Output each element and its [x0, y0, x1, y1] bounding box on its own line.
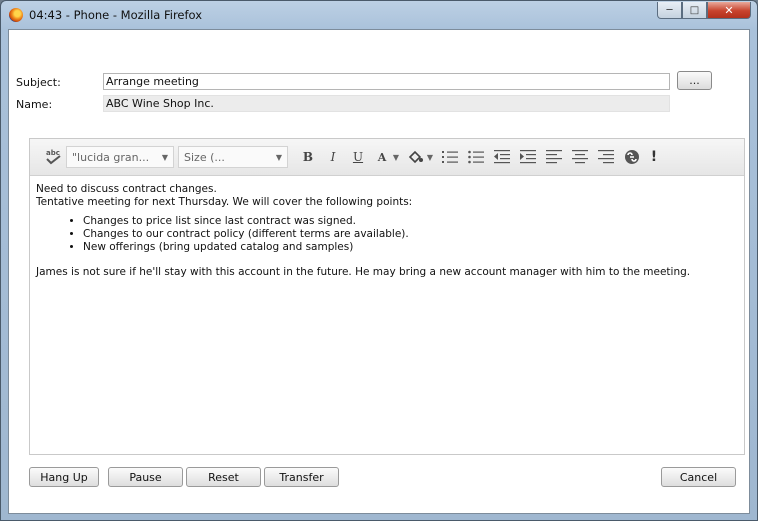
hang-up-button[interactable]: Hang Up	[29, 467, 99, 487]
indent-icon[interactable]	[518, 147, 538, 167]
minimize-button[interactable]: ─	[657, 2, 682, 19]
chevron-down-icon: ▼	[275, 152, 282, 162]
editor-toolbar: abc "lucida gran... ▼ Size (... ▼ B I U A …	[30, 139, 744, 176]
body-line: Need to discuss contract changes.	[36, 183, 217, 195]
maximize-icon: □	[689, 4, 700, 16]
rich-text-editor[interactable]: abc "lucida gran... ▼ Size (... ▼ B I U A …	[29, 138, 745, 455]
list-item: Changes to our contract policy (differen…	[83, 228, 738, 241]
pause-button[interactable]: Pause	[108, 467, 183, 487]
align-left-icon[interactable]	[544, 147, 564, 167]
close-icon: ✕	[724, 3, 734, 17]
chevron-down-icon[interactable]: ▼	[390, 147, 402, 167]
bullet-list: Changes to price list since last contrac…	[36, 215, 738, 254]
lookup-button[interactable]: ...	[677, 71, 712, 90]
spellcheck-icon[interactable]: abc	[42, 147, 66, 167]
chevron-down-icon: ▼	[161, 152, 168, 162]
ordered-list-icon[interactable]	[440, 147, 460, 167]
cancel-button[interactable]: Cancel	[661, 467, 736, 487]
bold-icon[interactable]: B	[298, 147, 318, 167]
font-family-value: "lucida gran...	[72, 150, 150, 164]
window-controls: ─ □ ✕	[657, 2, 751, 19]
message-body[interactable]: Need to discuss contract changes. Tentat…	[36, 183, 738, 279]
body-line: James is not sure if he'll stay with thi…	[36, 266, 691, 278]
outdent-icon[interactable]	[492, 147, 512, 167]
list-item: New offerings (bring updated catalog and…	[83, 241, 738, 254]
important-icon[interactable]: !	[646, 147, 662, 167]
body-line: Tentative meeting for next Thursday. We …	[36, 196, 413, 208]
font-size-value: Size (...	[184, 150, 225, 164]
chevron-down-icon[interactable]: ▼	[424, 147, 436, 167]
window-title: 04:43 - Phone - Mozilla Firefox	[29, 8, 203, 22]
minimize-icon: ─	[666, 4, 673, 16]
underline-icon[interactable]: U	[348, 147, 368, 167]
background-color-icon[interactable]	[406, 147, 426, 167]
subject-input[interactable]: Arrange meeting	[103, 73, 670, 90]
align-center-icon[interactable]	[570, 147, 590, 167]
subject-label: Subject:	[16, 76, 61, 89]
firefox-icon	[9, 8, 23, 22]
font-size-select[interactable]: Size (... ▼	[178, 146, 288, 168]
font-family-select[interactable]: "lucida gran... ▼	[66, 146, 174, 168]
browser-window: 04:43 - Phone - Mozilla Firefox ─ □ ✕ Su…	[0, 0, 758, 521]
name-field: ABC Wine Shop Inc.	[103, 95, 670, 112]
svg-text:abc: abc	[46, 149, 60, 157]
list-item: Changes to price list since last contrac…	[83, 215, 738, 228]
text-color-icon[interactable]: A	[372, 147, 392, 167]
maximize-button[interactable]: □	[682, 2, 707, 19]
unordered-list-icon[interactable]	[466, 147, 486, 167]
page-content: Subject: Arrange meeting ... Name: ABC W…	[8, 29, 750, 514]
link-icon[interactable]	[622, 147, 642, 167]
italic-icon[interactable]: I	[323, 147, 343, 167]
reset-button[interactable]: Reset	[186, 467, 261, 487]
align-right-icon[interactable]	[596, 147, 616, 167]
title-bar: 04:43 - Phone - Mozilla Firefox ─ □ ✕	[1, 1, 757, 29]
name-label: Name:	[16, 98, 53, 111]
close-button[interactable]: ✕	[707, 2, 751, 19]
transfer-button[interactable]: Transfer	[264, 467, 339, 487]
